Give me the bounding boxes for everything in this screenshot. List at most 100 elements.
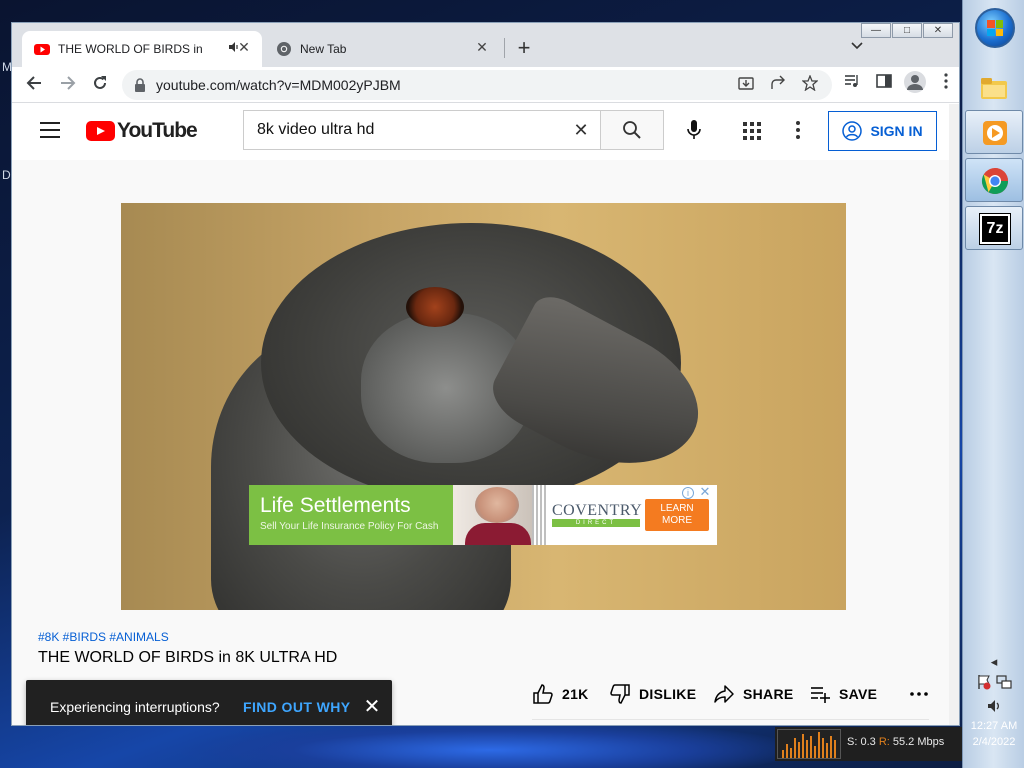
tab-close-icon[interactable]: ✕ bbox=[474, 39, 490, 55]
wallpaper-swirl bbox=[180, 720, 800, 768]
youtube-play-icon bbox=[86, 121, 115, 141]
find-out-why-link[interactable]: FIND OUT WHY bbox=[243, 699, 350, 715]
taskbar-clock[interactable]: 12:27 AM 2/4/2022 bbox=[963, 718, 1024, 750]
ad-close-icon[interactable]: ✕ bbox=[698, 485, 712, 499]
settings-more-icon[interactable] bbox=[796, 118, 802, 142]
ad-headline: Life Settlements bbox=[260, 494, 411, 517]
ad-divider bbox=[532, 485, 546, 545]
tab-new-tab[interactable]: New Tab ✕ bbox=[264, 31, 500, 67]
taskbar-chrome[interactable] bbox=[965, 158, 1023, 202]
network-graph bbox=[777, 729, 841, 759]
microphone-icon bbox=[687, 120, 701, 139]
sent-value: 0.3 bbox=[860, 736, 876, 748]
like-count: 21K bbox=[562, 686, 589, 702]
media-player-icon bbox=[983, 121, 1007, 145]
new-tab-button[interactable]: + bbox=[510, 35, 538, 63]
recv-label: R: bbox=[878, 736, 890, 748]
video-title: THE WORLD OF BIRDS in 8K ULTRA HD bbox=[38, 649, 338, 666]
taskbar: 7z ◂ 12:27 AM 2/4/2022 bbox=[962, 0, 1024, 768]
toast-message: Experiencing interruptions? bbox=[50, 699, 220, 715]
video-actions: 21K DISLIKE SHARE SAVE bbox=[532, 680, 942, 708]
profile-avatar-icon[interactable] bbox=[904, 71, 926, 93]
bookmark-star-icon[interactable] bbox=[800, 74, 820, 95]
url-text[interactable]: youtube.com/watch?v=MDM002yPJBM bbox=[156, 77, 401, 93]
recv-value: 55.2 Mbps bbox=[892, 736, 945, 748]
toast-close-icon[interactable]: ✕ bbox=[360, 695, 384, 719]
search-input[interactable] bbox=[244, 111, 564, 149]
browser-window: — □ ✕ THE WORLD OF BIRDS in 8K ✕ New Tab… bbox=[11, 22, 960, 726]
tab-strip: — □ ✕ THE WORLD OF BIRDS in 8K ✕ New Tab… bbox=[12, 23, 959, 67]
taskbar-explorer[interactable] bbox=[965, 66, 1023, 110]
maximize-button[interactable]: □ bbox=[892, 23, 922, 38]
voice-search-button[interactable] bbox=[676, 112, 712, 148]
more-actions-icon[interactable] bbox=[910, 680, 928, 708]
media-control-icon[interactable] bbox=[838, 71, 866, 99]
side-panel-icon[interactable] bbox=[870, 71, 898, 99]
ad-info-icon[interactable]: i bbox=[682, 487, 694, 499]
reload-button[interactable] bbox=[86, 71, 114, 99]
search-button[interactable] bbox=[600, 110, 664, 150]
sent-label: S: bbox=[847, 736, 858, 748]
back-button[interactable] bbox=[20, 71, 48, 99]
share-icon[interactable] bbox=[768, 75, 788, 95]
tab-close-icon[interactable]: ✕ bbox=[236, 39, 252, 55]
tab-youtube[interactable]: THE WORLD OF BIRDS in 8K ✕ bbox=[22, 31, 262, 67]
minimize-button[interactable]: — bbox=[861, 23, 891, 38]
share-button[interactable]: SHARE bbox=[713, 680, 794, 708]
ad-green-panel: Life Settlements Sell Your Life Insuranc… bbox=[249, 485, 453, 545]
forward-button[interactable] bbox=[54, 71, 82, 99]
youtube-page: YouTube ✕ SIGN IN bbox=[12, 104, 959, 725]
action-center-flag-icon[interactable] bbox=[963, 674, 1024, 698]
taskbar-media-player[interactable] bbox=[965, 110, 1023, 154]
dislike-button[interactable]: DISLIKE bbox=[609, 680, 696, 708]
folder-icon bbox=[981, 78, 1007, 99]
overlay-ad[interactable]: Life Settlements Sell Your Life Insuranc… bbox=[249, 485, 717, 545]
install-icon[interactable] bbox=[736, 75, 756, 95]
ad-brand-sub: DIRECT bbox=[552, 519, 640, 527]
close-window-button[interactable]: ✕ bbox=[923, 23, 953, 38]
account-icon bbox=[842, 121, 863, 141]
sign-in-button[interactable]: SIGN IN bbox=[828, 111, 937, 151]
clock-date: 2/4/2022 bbox=[972, 736, 1016, 748]
search-icon bbox=[623, 121, 641, 139]
browser-menu-icon[interactable] bbox=[932, 71, 959, 99]
playlist-add-icon bbox=[811, 687, 830, 703]
youtube-logo[interactable]: YouTube bbox=[86, 119, 198, 142]
clear-search-icon[interactable]: ✕ bbox=[570, 119, 592, 141]
ad-subline: Sell Your Life Insurance Policy For Cash bbox=[260, 521, 439, 532]
video-hashtags[interactable]: #8K #BIRDS #ANIMALS bbox=[38, 630, 169, 644]
thumbs-down-icon bbox=[610, 684, 630, 704]
page-scrollbar[interactable] bbox=[949, 104, 959, 725]
ad-person-face bbox=[475, 487, 519, 523]
tab-title: THE WORLD OF BIRDS in 8K bbox=[58, 42, 204, 56]
tab-search-icon[interactable] bbox=[851, 37, 863, 55]
ad-learn-more-button[interactable]: LEARN MORE bbox=[645, 499, 709, 531]
tab-title: New Tab bbox=[300, 42, 347, 56]
apps-grid-icon[interactable] bbox=[743, 122, 761, 140]
save-button[interactable]: SAVE bbox=[809, 680, 877, 708]
7zip-icon: 7z bbox=[979, 213, 1011, 245]
chrome-icon bbox=[277, 42, 291, 56]
thumbs-up-icon bbox=[533, 684, 553, 704]
youtube-logo-text: YouTube bbox=[117, 119, 198, 142]
tray-expand-icon[interactable]: ◂ bbox=[963, 650, 1024, 674]
share-label: SHARE bbox=[743, 686, 794, 702]
address-bar[interactable]: youtube.com/watch?v=MDM002yPJBM bbox=[122, 70, 832, 100]
save-label: SAVE bbox=[839, 686, 878, 702]
section-divider bbox=[532, 719, 929, 720]
desktop-text-d: D bbox=[2, 168, 11, 182]
menu-icon[interactable] bbox=[40, 122, 60, 138]
browser-toolbar: youtube.com/watch?v=MDM002yPJBM bbox=[12, 67, 959, 103]
windows-logo-icon bbox=[987, 20, 1003, 36]
network-stats: S: 0.3 R: 55.2 Mbps bbox=[847, 736, 944, 748]
interruption-toast: Experiencing interruptions? FIND OUT WHY… bbox=[26, 680, 392, 725]
video-frame-eye bbox=[406, 287, 464, 327]
video-player[interactable]: Life Settlements Sell Your Life Insuranc… bbox=[121, 203, 846, 610]
sign-in-label: SIGN IN bbox=[870, 123, 923, 139]
youtube-header: YouTube ✕ SIGN IN bbox=[12, 104, 949, 160]
network-tray-icon bbox=[996, 675, 1012, 689]
like-button[interactable]: 21K bbox=[532, 680, 589, 708]
chrome-icon bbox=[981, 168, 1009, 195]
taskbar-7zip[interactable]: 7z bbox=[965, 206, 1023, 250]
start-button[interactable] bbox=[975, 8, 1015, 48]
